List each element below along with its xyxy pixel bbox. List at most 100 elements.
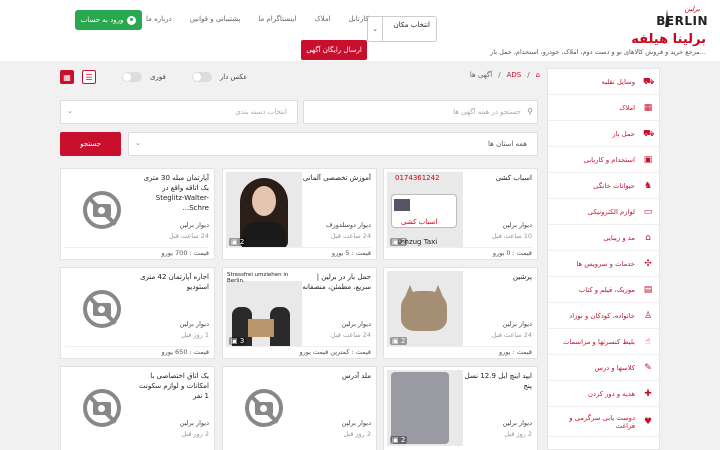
sidebar-item-family[interactable]: ♙ خانواده، کودکان و نوزاد [548, 303, 659, 329]
sidebar-item-vehicles[interactable]: ⛟ وسایل نقلیه [548, 69, 659, 95]
ad-time: 24 ساعت قبل [491, 331, 532, 339]
ad-price: قیمت : 5 یورو [227, 247, 371, 257]
logo-small-text: برلین [684, 5, 700, 13]
site-logo[interactable]: برلین BERLIN [656, 5, 708, 29]
chevron-down-icon: ⌄ [135, 139, 141, 147]
heart-icon: ♥ [643, 416, 653, 427]
list-view-button[interactable]: ☰ [82, 70, 96, 84]
ad-thumbnail[interactable] [64, 271, 140, 347]
sidebar-item-classes[interactable]: ✎ کلاسها و درس [548, 355, 659, 381]
ad-card[interactable]: Stressfrei umziehen in Berlin. ▣ 3 حمل ب… [222, 267, 377, 359]
sidebar-item-freight[interactable]: ⛟ حمل بار [548, 121, 659, 147]
ad-thumbnail[interactable]: ▣ 2 [226, 172, 302, 248]
photo-count: ▣ 3 [229, 337, 247, 345]
ad-time: 2 روز قبل [504, 430, 532, 438]
nav-item-amlak[interactable]: املاک [314, 15, 330, 25]
location-select-label: انتخاب مکان [393, 21, 430, 29]
state-select-value: همه استان ها [488, 140, 527, 148]
ad-price: قیمت : 700 یورو [65, 247, 209, 257]
login-button[interactable]: ورود به حساب [75, 10, 142, 30]
nav-item-kartabl[interactable]: کارتابل [349, 15, 369, 25]
sidebar-item-leisure[interactable]: ♥ دوست یابی سرگرمی و فراغت [548, 407, 659, 437]
nav-item-about[interactable]: درباره ما [146, 15, 172, 25]
ad-title[interactable]: یک اتاق اختصاصی با امکانات و لوازم سکونت… [139, 371, 209, 401]
ad-card[interactable]: 0174361242 اسباب کشی Umzug Taxi ▣ 2 اسبا… [383, 168, 538, 260]
sidebar-item-pets[interactable]: ♞ حیوانات خانگی [548, 173, 659, 199]
ad-title[interactable]: اجاره آپارتمان 42 متری استودیو [139, 272, 209, 292]
breadcrumb-sep: / [498, 71, 501, 79]
ad-card[interactable]: یک اتاق اختصاصی با امکانات و لوازم سکونت… [60, 366, 215, 450]
sidebar-item-real-estate[interactable]: ▦ املاک [548, 95, 659, 121]
sidebar-item-electronics[interactable]: ▭ لوازم الکترونیکی [548, 199, 659, 225]
search-icon: ⚲ [527, 107, 533, 116]
sidebar-item-jobs[interactable]: ▣ استخدام و کاریابی [548, 147, 659, 173]
sidebar-item-gifts[interactable]: ✚ هدیه و دور کردن [548, 381, 659, 407]
ad-card[interactable]: ▣ 2 ایپد اینچ ایل 12.9 نسل پنج دیوار برل… [383, 366, 538, 450]
urgent-toggle[interactable] [122, 72, 142, 82]
grid-view-button[interactable]: ▦ [60, 70, 74, 84]
ad-time: 2 روز قبل [343, 430, 371, 438]
ad-time: 10 ساعت قبل [491, 232, 532, 240]
ad-title[interactable]: اسباب کشی [462, 173, 532, 183]
home-icon[interactable]: ⌂ [536, 71, 540, 81]
ad-card[interactable]: ▣ 2 پرشین دیوار برلین 24 ساعت قبل قیمت :… [383, 267, 538, 359]
sidebar-item-tickets[interactable]: ☝ بلیط کنسرتها و مراسمات [548, 329, 659, 355]
breadcrumb-ads[interactable]: ADS [507, 71, 522, 81]
truck-icon: ⛟ [643, 128, 655, 139]
photo-body [242, 222, 286, 248]
ad-thumbnail[interactable] [64, 172, 140, 248]
film-icon: ▤ [643, 284, 653, 295]
car-icon: ⛟ [643, 76, 655, 87]
ad-price: قیمت : 0 یورو [388, 247, 532, 257]
ad-card[interactable]: اجاره آپارتمان 42 متری استودیو دیوار برل… [60, 267, 215, 359]
nav-item-instagram[interactable]: اینستاگرام ما [258, 15, 296, 25]
no-image-icon [245, 389, 283, 427]
ad-thumbnail[interactable]: 0174361242 اسباب کشی Umzug Taxi ▣ 2 [387, 172, 463, 248]
sidebar-item-fashion[interactable]: ⌂ مد و زیبایی [548, 225, 659, 251]
category-select[interactable]: ⌄ انتخاب دسته بندی [60, 100, 298, 124]
user-icon [127, 15, 137, 25]
ad-thumbnail[interactable] [64, 370, 140, 446]
breadcrumb-current: آگهی ها [469, 71, 493, 79]
ad-city: دیوار برلین [502, 320, 532, 328]
photo-count: ▣ 2 [229, 238, 247, 246]
search-input[interactable]: ⚲ جستجو در همه آگهی ها [303, 100, 538, 124]
ad-title[interactable]: آپارتمان مبله 30 متری یک اتاقه واقع در S… [139, 173, 209, 213]
nav-item-support[interactable]: پشتیبانی و قوانین [190, 15, 241, 25]
photo-count: ▣ 2 [390, 436, 408, 444]
ad-title[interactable]: آموزش تخصصی آلمانی [301, 173, 371, 183]
free-ad-button[interactable]: ارسال رایگان آگهی [301, 40, 367, 60]
ad-thumbnail[interactable]: ▣ 2 [387, 370, 463, 446]
ad-card[interactable]: آپارتمان مبله 30 متری یک اتاقه واقع در S… [60, 168, 215, 260]
moving-box [248, 319, 274, 337]
page-body: ⛟ وسایل نقلیه ▦ املاک ⛟ حمل بار ▣ استخدام و … [0, 61, 720, 450]
ad-thumbnail[interactable]: Stressfrei umziehen in Berlin. ▣ 3 [226, 271, 302, 347]
ad-title[interactable]: ملد آدرس [301, 371, 371, 381]
ad-time: 24 ساعت قبل [330, 232, 371, 240]
search-button[interactable]: جستجو [60, 132, 121, 156]
ad-title[interactable]: پرشین [462, 272, 532, 282]
briefcase-icon: ▣ [643, 154, 653, 165]
ad-price: قیمت : کمترین قیمت یورو [227, 346, 371, 356]
paw-icon: ♞ [643, 180, 653, 191]
wrench-icon: ✣ [644, 258, 652, 269]
sidebar-item-media[interactable]: ▤ موزیک، فیلم و کتاب [548, 277, 659, 303]
ad-city: دیوار برلین [179, 320, 209, 328]
category-sidebar: ⛟ وسایل نقلیه ▦ املاک ⛟ حمل بار ▣ استخدام و … [547, 68, 660, 450]
location-select[interactable]: ⌄ انتخاب مکان [367, 16, 437, 42]
ipad-image [391, 372, 449, 444]
ad-title[interactable]: ایپد اینچ ایل 12.9 نسل پنج [462, 371, 532, 391]
no-image-icon [83, 389, 121, 427]
ad-card[interactable]: ملد آدرس دیوار برلین 2 روز قبل [222, 366, 377, 450]
sidebar-item-services[interactable]: ✣ خدمات و سرویس ها [548, 251, 659, 277]
no-image-icon [83, 191, 121, 229]
ad-thumbnail[interactable]: ▣ 2 [387, 271, 463, 347]
ad-thumbnail[interactable] [226, 370, 302, 446]
photo-toggle[interactable] [191, 72, 212, 82]
ad-card[interactable]: ▣ 2 آموزش تخصصی آلمانی دیوار دوسلدورف 24… [222, 168, 377, 260]
ad-title[interactable]: حمل بار در برلین | سریع، مطمئن، منصفانه [301, 272, 371, 292]
photo-label: عکس دار [219, 73, 248, 81]
photo-count: ▣ 2 [390, 238, 408, 246]
state-select[interactable]: ⌄ همه استان ها [128, 132, 538, 156]
logo-text: BERLIN [656, 14, 708, 28]
